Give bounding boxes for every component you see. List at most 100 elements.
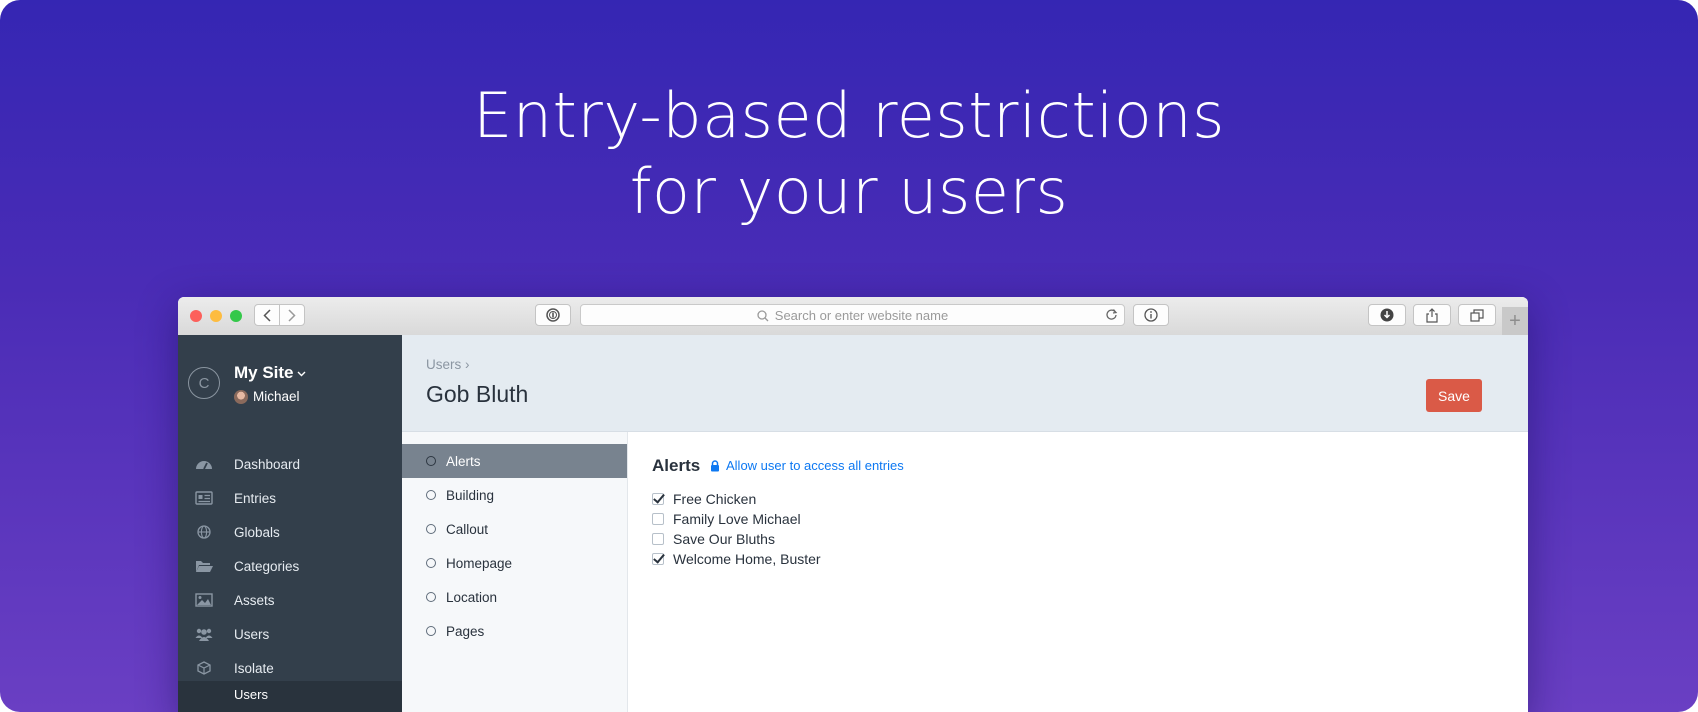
avatar [234,389,248,404]
share-icon [1426,307,1438,323]
download-icon [1380,308,1394,322]
banner: Entry-based restrictions for your users … [0,0,1698,712]
new-tab-button[interactable]: + [1502,307,1528,335]
entry-label: Family Love Michael [673,511,801,527]
sidebar-nav: Dashboard Entries Globals Categories Ass… [178,447,402,685]
search-icon [757,310,769,322]
checkbox-checked[interactable] [652,553,664,565]
site-switcher[interactable]: My Site [234,363,306,383]
lock-icon [711,459,719,471]
site-name: My Site [234,363,294,382]
allow-all-entries-link[interactable]: Allow user to access all entries [710,458,904,473]
chevron-left-icon [263,308,271,322]
checkbox-unchecked[interactable] [652,533,664,545]
tabs-icon [1470,308,1484,322]
tabs-overview-button[interactable] [1458,304,1496,326]
password-manager-button[interactable] [535,304,571,326]
breadcrumb-users[interactable]: Users [426,357,461,372]
entry-checkbox-row[interactable]: Family Love Michael [652,509,801,529]
user-name: Michael [253,389,300,404]
section-list: Alerts Building Callout Homepage Locatio… [402,432,628,712]
plus-icon: + [1509,310,1521,332]
back-button[interactable] [254,304,280,326]
user-menu[interactable]: Michael [234,389,300,404]
cube-icon [197,661,211,675]
panel-title: Alerts [652,456,701,475]
sidebar-item-isolate[interactable]: Isolate [178,651,402,685]
dashboard-icon [196,461,212,470]
entry-checkbox-row[interactable]: Welcome Home, Buster [652,549,821,569]
sidebar-item-assets[interactable]: Assets [178,583,402,617]
browser-toolbar: Search or enter website name + [178,297,1528,336]
entries-panel: Alerts Allow user to access all entries … [628,432,1528,712]
save-button[interactable]: Save [1426,379,1482,412]
section-item-pages[interactable]: Pages [402,614,627,648]
section-label: Location [446,589,498,605]
sidebar-item-label: Isolate [234,660,274,676]
zoom-window-button[interactable] [230,310,242,322]
section-item-homepage[interactable]: Homepage [402,546,627,580]
section-item-alerts[interactable]: Alerts [402,444,627,478]
sidebar-item-entries[interactable]: Entries [178,481,402,515]
logo-letter: C [198,374,210,392]
entry-label: Save Our Bluths [673,531,775,547]
page-title: Gob Bluth [426,381,529,407]
section-item-location[interactable]: Location [402,580,627,614]
sidebar-item-label: Assets [234,592,275,608]
circle-icon [426,490,436,500]
page-info-button[interactable] [1133,304,1169,326]
address-bar-placeholder: Search or enter website name [774,308,949,323]
browser-window: Search or enter website name + C My Site… [178,297,1528,712]
address-bar[interactable]: Search or enter website name [580,304,1125,326]
entries-icon [195,491,213,505]
section-item-callout[interactable]: Callout [402,512,627,546]
sidebar-item-label: Entries [234,490,277,506]
globe-icon [197,525,211,539]
reload-icon[interactable] [1105,308,1118,321]
breadcrumb[interactable]: Users › [426,357,470,372]
section-label: Homepage [446,555,513,571]
users-icon [195,628,213,641]
minimize-window-button[interactable] [210,310,222,322]
forward-button[interactable] [279,304,305,326]
circle-icon [426,626,436,636]
image-icon [195,593,213,607]
password-manager-icon [546,308,560,322]
allow-all-entries-label: Allow user to access all entries [726,458,904,473]
circle-icon [426,524,436,534]
entry-label: Welcome Home, Buster [673,551,821,567]
share-button[interactable] [1413,304,1451,326]
sidebar-item-label: Users [234,626,270,642]
chevron-right-icon [288,308,296,322]
sidebar-item-categories[interactable]: Categories [178,549,402,583]
circle-icon [426,592,436,602]
chevron-down-icon [297,371,306,377]
headline-line-1: Entry-based restrictions [473,79,1225,152]
downloads-button[interactable] [1368,304,1406,326]
headline: Entry-based restrictions for your users [0,78,1698,230]
section-label: Pages [446,623,485,639]
headline-line-2: for your users [629,155,1069,228]
sidebar-subitem-users[interactable]: Users [178,681,402,712]
section-label: Callout [446,521,489,537]
folder-icon [196,561,213,572]
section-item-building[interactable]: Building [402,478,627,512]
sidebar-item-globals[interactable]: Globals [178,515,402,549]
entry-label: Free Chicken [673,491,757,507]
sidebar: C My Site Michael Dashboard Entries Glob… [178,335,402,712]
close-window-button[interactable] [190,310,202,322]
circle-icon [426,558,436,568]
sidebar-subitem-label: Users [234,687,268,702]
breadcrumb-separator-icon: › [465,357,470,372]
section-label: Alerts [446,453,481,469]
entry-checkbox-row[interactable]: Save Our Bluths [652,529,775,549]
sidebar-item-label: Globals [234,524,280,540]
sidebar-item-dashboard[interactable]: Dashboard [178,447,402,481]
sidebar-item-label: Categories [234,558,300,574]
circle-icon [426,456,436,466]
entry-checkbox-row[interactable]: Free Chicken [652,489,756,509]
section-label: Building [446,487,495,503]
checkbox-checked[interactable] [652,493,664,505]
checkbox-unchecked[interactable] [652,513,664,525]
sidebar-item-users[interactable]: Users [178,617,402,651]
